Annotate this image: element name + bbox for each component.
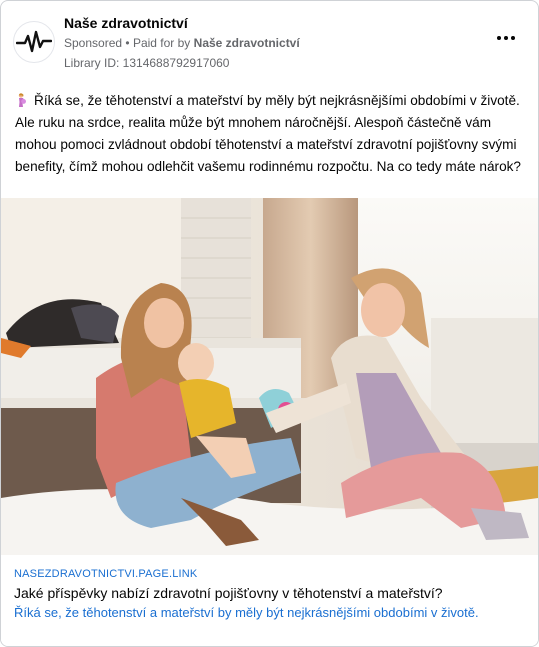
pregnant-woman-emoji-icon bbox=[18, 93, 26, 107]
dot bbox=[497, 36, 501, 40]
ad-image[interactable] bbox=[1, 198, 538, 555]
meta-separator: • bbox=[125, 36, 130, 50]
post-body: Říká se, že těhotenství a mateřství by m… bbox=[15, 90, 527, 178]
more-options-icon[interactable] bbox=[494, 31, 518, 45]
link-preview[interactable]: NASEZDRAVOTNICTVI.PAGE.LINK Jaké příspěv… bbox=[1, 556, 538, 646]
heartbeat-logo-icon bbox=[16, 30, 52, 53]
sponsored-label: Sponsored bbox=[64, 36, 123, 50]
dot bbox=[511, 36, 515, 40]
paid-for-name[interactable]: Naše zdravotnictví bbox=[194, 36, 300, 50]
link-headline[interactable]: Jaké příspěvky nabízí zdravotní pojišťov… bbox=[14, 585, 443, 601]
library-id: Library ID: 1314688792917060 bbox=[64, 56, 230, 70]
link-domain[interactable]: NASEZDRAVOTNICTVI.PAGE.LINK bbox=[14, 568, 197, 580]
page-name[interactable]: Naše zdravotnictví bbox=[64, 15, 188, 31]
paid-for-prefix: Paid for by bbox=[132, 36, 191, 50]
page-avatar[interactable] bbox=[13, 21, 55, 63]
post-body-text: Říká se, že těhotenství a mateřství by m… bbox=[15, 93, 521, 174]
dot bbox=[504, 36, 508, 40]
family-photo-illustration bbox=[1, 198, 538, 555]
post-header: Naše zdravotnictví Sponsored • Paid for … bbox=[1, 1, 538, 77]
ad-post-card: Naše zdravotnictví Sponsored • Paid for … bbox=[0, 0, 539, 647]
sponsored-line: Sponsored • Paid for by Naše zdravotnict… bbox=[64, 36, 300, 50]
link-description[interactable]: Říká se, že těhotenství a mateřství by m… bbox=[14, 605, 479, 620]
